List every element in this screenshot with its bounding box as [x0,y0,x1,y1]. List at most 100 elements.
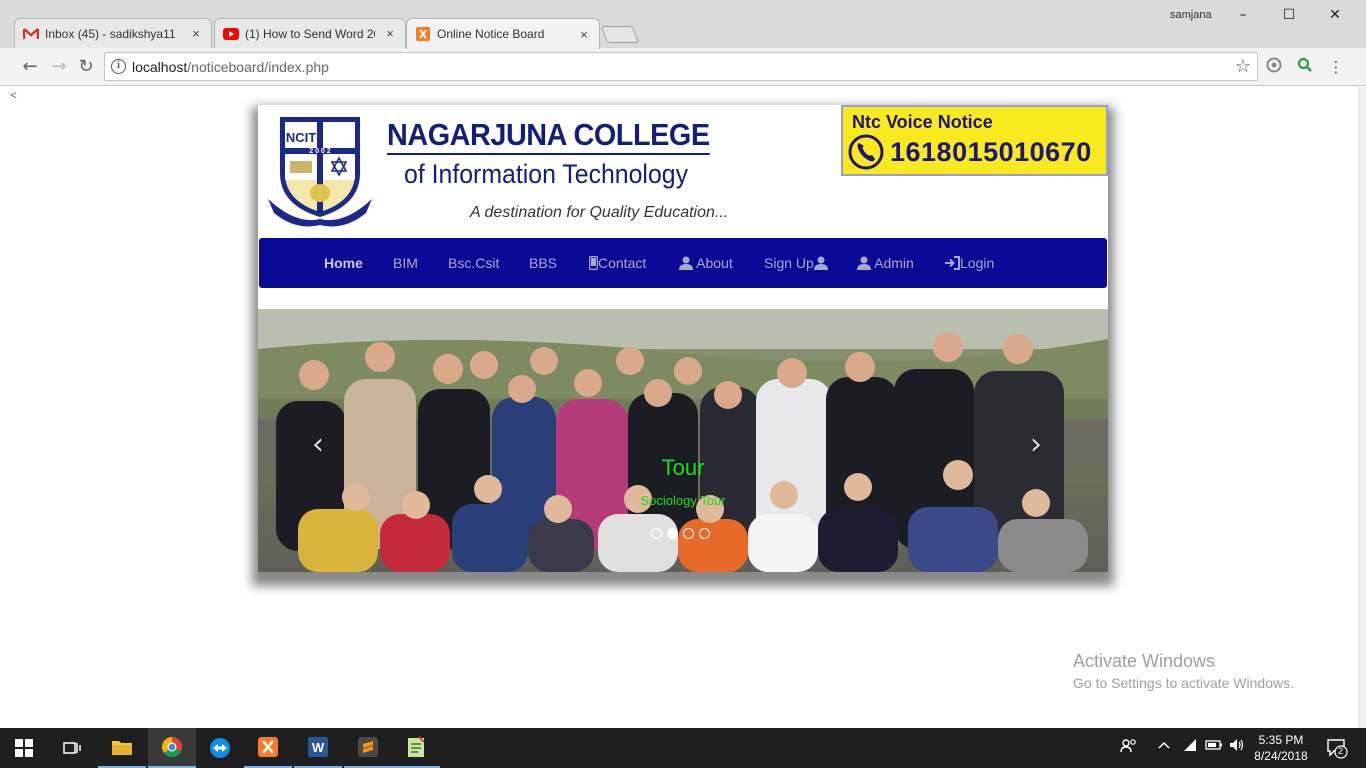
voice-notice-number: 1618015010670 [890,137,1092,167]
nav-admin[interactable]: Admin [857,255,914,271]
voice-notice-title: Ntc Voice Notice [852,112,993,132]
notification-count: 2 [1338,746,1344,756]
college-tagline: A destination for Quality Education... [470,204,729,221]
nav-about-label: About [696,255,733,271]
profile-name[interactable]: samjana [1170,9,1212,21]
search-extension-icon[interactable] [1295,57,1315,77]
volume-icon[interactable] [1229,738,1245,756]
browser-titlebar: Inbox (45) - sadikshya11 × (1) How to Se… [0,0,1366,49]
word-icon: W [308,737,328,757]
carousel-caption-title: Tour [661,455,705,480]
teamviewer-icon [210,738,230,758]
college-name: NAGARJUNA COLLEGE [387,117,710,155]
main-navbar: Home BIM Bsc.Csit BBS Contact About Sign… [259,238,1107,288]
nav-bim[interactable]: BIM [393,255,418,271]
image-carousel[interactable]: ‹ › Tour Sociology Tour [258,309,1108,572]
maximize-button[interactable]: ☐ [1266,2,1312,28]
extension-icon[interactable] [1264,57,1284,77]
svg-text:W: W [312,740,325,755]
wifi-icon[interactable] [1182,738,1198,756]
activate-windows-subtitle: Go to Settings to activate Windows. [1073,675,1294,691]
user-icon [679,256,693,270]
tab-online-notice-board[interactable]: Online Notice Board × [406,18,600,49]
tab-close-icon[interactable]: × [577,27,591,42]
start-button[interactable] [0,728,48,768]
tab-youtube[interactable]: (1) How to Send Word 20 × [214,18,406,48]
word-button[interactable]: W [294,728,342,768]
notepad-icon [408,736,425,757]
battery-icon[interactable] [1205,738,1223,756]
user-icon [813,256,828,270]
tab-close-icon[interactable]: × [383,26,397,41]
people-icon[interactable] [1120,738,1138,758]
login-icon [945,256,960,270]
clock-date: 8/24/2018 [1254,749,1308,763]
nav-contact[interactable]: Contact [588,255,647,271]
carousel-indicators [651,528,710,539]
notepad-button[interactable] [392,728,440,768]
chrome-button[interactable] [148,728,196,768]
xampp-button[interactable] [244,728,292,768]
carousel-dot[interactable] [683,528,694,539]
url-path: /noticeboard/index.php [187,59,329,75]
teamviewer-button[interactable] [196,728,244,768]
reload-button[interactable]: ↻ [75,56,97,78]
bookmark-star-icon[interactable]: ☆ [1235,56,1251,77]
url-text: localhost/noticeboard/index.php [132,59,329,75]
clock-time: 5:35 PM [1258,733,1304,747]
college-logo: NCIT 2 0 0 2 [268,117,372,227]
file-explorer-icon [112,741,132,755]
svg-text:2 0 0 2: 2 0 0 2 [309,148,331,155]
site-header: NCIT 2 0 0 2 NAGARJUNA COLLEGE of Inform… [258,105,1108,237]
sublime-icon [358,737,378,757]
close-window-button[interactable]: ✕ [1312,2,1358,28]
tab-title: (1) How to Send Word 20 [245,26,375,41]
address-bar[interactable]: i localhost/noticeboard/index.php ☆ [104,52,1258,81]
chevron-up-icon[interactable] [1157,738,1171,756]
stray-text: < [10,88,17,102]
nav-sign-up-label: Sign Up [764,255,814,271]
nav-home[interactable]: Home [324,255,363,271]
minimize-button[interactable]: – [1220,2,1266,28]
new-tab-button[interactable] [600,26,640,43]
tab-close-icon[interactable]: × [189,26,203,41]
carousel-dot[interactable] [651,528,662,539]
forward-button[interactable]: → [48,56,70,78]
user-icon [857,256,871,270]
browser-toolbar: ← → ↻ i localhost/noticeboard/index.php … [0,48,1366,86]
browser-menu-icon[interactable]: ⋮ [1326,57,1346,77]
gmail-icon [23,27,39,41]
scrollbar[interactable] [1358,87,1366,728]
svg-text:NCIT: NCIT [286,130,316,145]
nav-login[interactable]: Login [945,255,994,271]
tab-title: Online Notice Board [437,27,545,41]
task-view-button[interactable] [48,728,96,768]
windows-taskbar: W 5:35 PM 8/24/2018 2 [0,728,1366,768]
carousel-dot-active[interactable] [667,528,678,539]
mobile-icon [588,255,599,271]
site-info-icon[interactable]: i [111,59,126,74]
carousel-caption-text: Sociology Tour [640,493,726,508]
nav-contact-label: Contact [598,255,647,271]
tab-gmail[interactable]: Inbox (45) - sadikshya11 × [14,18,212,48]
tab-title: Inbox (45) - sadikshya11 [45,26,176,41]
nav-about[interactable]: About [679,255,733,271]
activate-windows-watermark: Activate Windows Go to Settings to activ… [1073,651,1294,691]
voice-notice-box: Ntc Voice Notice 1618015010670 [841,105,1108,176]
nav-sign-up[interactable]: Sign Up [764,255,828,271]
activate-windows-title: Activate Windows [1073,651,1216,671]
back-button[interactable]: ← [19,56,41,78]
notification-center-icon[interactable]: 2 [1326,737,1348,759]
nav-bbs[interactable]: BBS [529,255,557,271]
chrome-icon [162,737,182,757]
sublime-button[interactable] [344,728,392,768]
carousel-dot[interactable] [699,528,710,539]
task-view-icon [63,742,81,754]
taskbar-clock[interactable]: 5:35 PM 8/24/2018 [1250,732,1312,764]
page-container: NCIT 2 0 0 2 NAGARJUNA COLLEGE of Inform… [258,105,1108,572]
nav-admin-label: Admin [874,255,914,271]
phone-icon [848,134,884,170]
xampp-icon [258,737,278,757]
file-explorer-button[interactable] [98,728,146,768]
nav-bsc-csit[interactable]: Bsc.Csit [448,255,499,271]
